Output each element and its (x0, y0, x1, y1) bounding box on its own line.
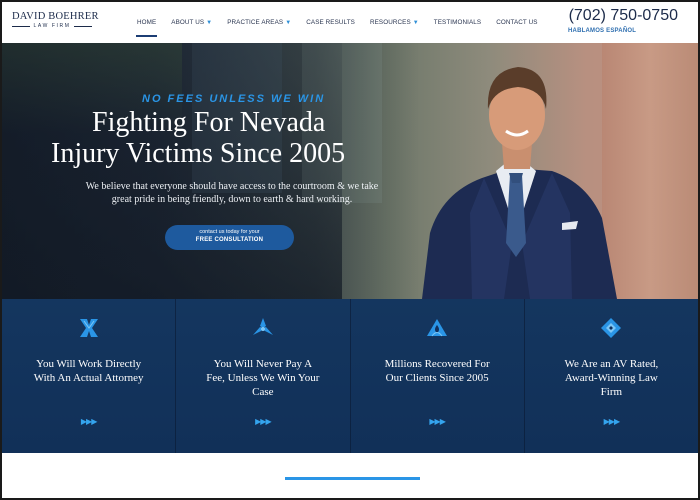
nav-practice-areas[interactable]: PRACTICE AREAS ▼ (227, 2, 291, 43)
feature-card-no-fee[interactable]: You Will Never Pay A Fee, Unless We Win … (176, 299, 351, 453)
arrows-icon: ▶▶▶ (429, 417, 446, 426)
nav-about-us[interactable]: ABOUT US ▼ (171, 2, 212, 43)
nav-resources[interactable]: RESOURCES ▼ (370, 2, 419, 43)
nav-case-results[interactable]: CASE RESULTS (306, 2, 355, 43)
x-cross-icon (79, 319, 98, 337)
free-consultation-button[interactable]: contact us today for your FREE CONSULTAT… (165, 225, 294, 250)
arrows-icon: ▶▶▶ (255, 417, 272, 426)
triangle-swirl-icon (427, 319, 448, 337)
arrows-icon: ▶▶▶ (80, 417, 98, 426)
nav-contact-us[interactable]: CONTACT US (496, 2, 537, 43)
diamond-icon (601, 318, 622, 338)
section-heading-cropped (180, 489, 520, 500)
site-header: DAVID BOEHRER LAW FIRM HOME ABOUT US ▼ P… (2, 2, 698, 43)
hablamos-espanol-link[interactable]: HABLAMOS ESPAÑOL (568, 28, 636, 34)
features-band: You Will Work Directly With An Actual At… (2, 299, 698, 453)
hero-subtext: We believe that everyone should have acc… (85, 181, 379, 205)
hero-tagline: NO FEES UNLESS WE WIN (142, 93, 326, 105)
attorney-portrait (422, 67, 617, 299)
phone-number-link[interactable]: (702) 750-0750 (569, 7, 678, 25)
nav-home[interactable]: HOME (135, 2, 158, 43)
feature-card-attorney[interactable]: You Will Work Directly With An Actual At… (2, 299, 177, 453)
page-frame: DAVID BOEHRER LAW FIRM HOME ABOUT US ▼ P… (0, 0, 700, 500)
chevron-down-icon: ▼ (285, 19, 292, 26)
section-divider (285, 477, 420, 480)
tri-blade-icon (252, 318, 273, 335)
chevron-down-icon: ▼ (412, 19, 419, 26)
hero-headline-line2: Injury Victims Since 2005 (51, 138, 346, 169)
feature-card-millions-recovered[interactable]: Millions Recovered For Our Clients Since… (350, 299, 525, 453)
next-section-peek (2, 453, 698, 500)
main-nav: HOME ABOUT US ▼ PRACTICE AREAS ▼ CASE RE… (127, 2, 553, 43)
chevron-down-icon: ▼ (206, 19, 213, 26)
arrows-icon: ▶▶▶ (603, 417, 621, 426)
hero-headline-line1: Fighting For Nevada (92, 107, 326, 138)
nav-testimonials[interactable]: TESTIMONIALS (434, 2, 481, 43)
hero-section: NO FEES UNLESS WE WIN Fighting For Nevad… (2, 43, 698, 299)
logo-subtitle: LAW FIRM (33, 23, 71, 29)
site-logo[interactable]: DAVID BOEHRER LAW FIRM (12, 11, 99, 29)
logo-name: DAVID BOEHRER (12, 11, 99, 22)
feature-card-av-rated[interactable]: We Are an AV Rated, Award-Winning Law Fi… (524, 299, 698, 453)
